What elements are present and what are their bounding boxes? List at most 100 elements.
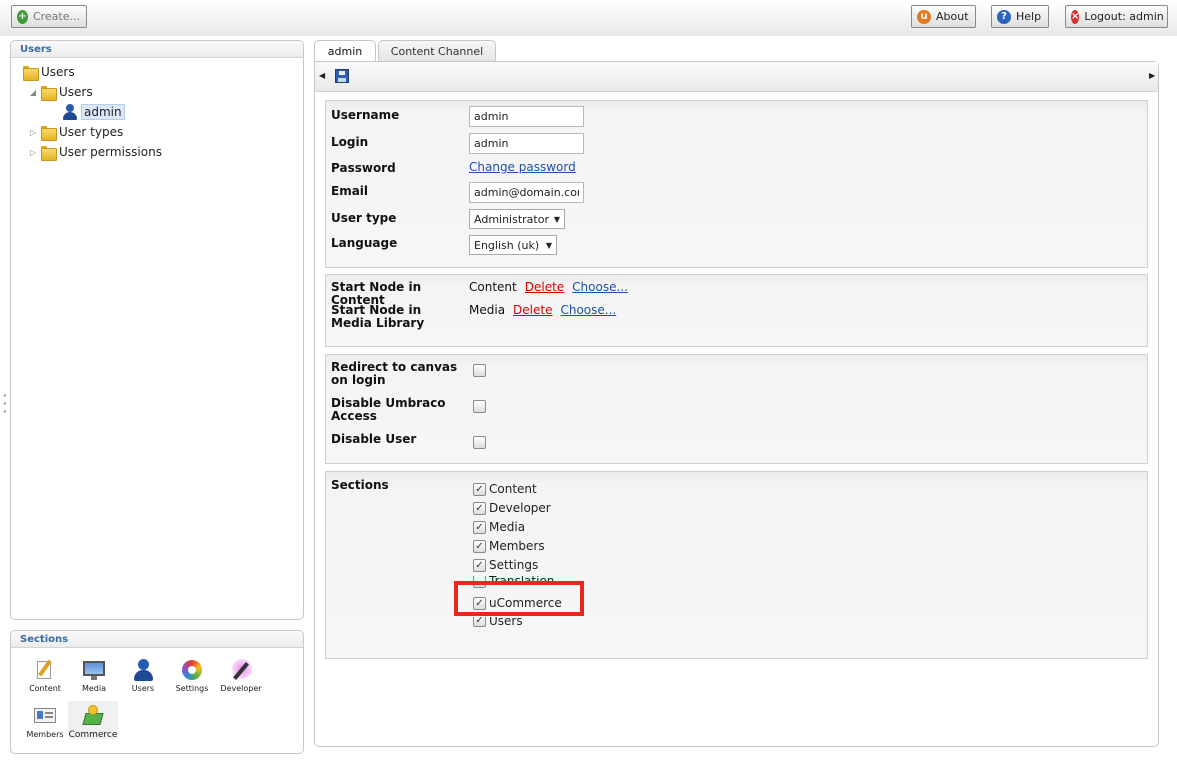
tree-node-user-permissions[interactable]: ▷ User permissions xyxy=(29,145,162,161)
section-label: Commerce xyxy=(68,730,118,740)
help-icon: ? xyxy=(997,9,1011,24)
start-content-choose-link[interactable]: Choose... xyxy=(572,280,628,294)
tree-node-users-root[interactable]: Users xyxy=(23,65,75,81)
change-password-link[interactable]: Change password xyxy=(469,160,576,174)
user-type-select[interactable]: Administrator ▼ xyxy=(469,209,565,229)
sections-label: Sections xyxy=(331,478,389,492)
section-users[interactable]: Users xyxy=(119,659,167,693)
start-media-node: Media xyxy=(469,303,506,317)
section-label: Content xyxy=(29,684,61,693)
money-stack-icon xyxy=(82,705,104,727)
section-checkbox[interactable]: ✓ xyxy=(473,617,486,627)
section-developer[interactable]: Developer xyxy=(217,659,265,693)
tab-admin[interactable]: admin xyxy=(314,40,376,62)
section-commerce[interactable]: Commerce xyxy=(68,701,118,740)
expanded-arrow-icon[interactable]: ◢ xyxy=(29,88,37,97)
sections-fieldset: Sections ✓ Content ✓ Developer ✓ Media ✓… xyxy=(325,471,1148,659)
start-content-delete-link[interactable]: Delete xyxy=(525,280,564,294)
section-option-label: Developer xyxy=(489,501,551,515)
users-panel: Users Users ◢ Users admin ▷ User types ▷… xyxy=(10,40,304,620)
start-content-value: Content Delete Choose... xyxy=(469,280,628,294)
section-settings[interactable]: Settings xyxy=(168,659,216,693)
password-label: Password xyxy=(331,161,396,175)
pencil-document-icon xyxy=(34,659,56,681)
start-nodes-fieldset: Start Node in Content Content Delete Cho… xyxy=(325,274,1148,347)
disable-umbraco-checkbox[interactable] xyxy=(473,400,486,413)
splitter-handle[interactable]: ◂ ◂ ◂ xyxy=(3,392,9,418)
language-label: Language xyxy=(331,236,398,250)
section-checkbox[interactable]: ✓ xyxy=(473,558,486,572)
start-media-value: Media Delete Choose... xyxy=(469,303,616,317)
create-button-label: Create... xyxy=(32,10,80,23)
section-option-members[interactable]: ✓ Members xyxy=(473,539,545,553)
tree-node-admin[interactable]: admin xyxy=(63,104,125,120)
tree-node-label: User types xyxy=(59,125,124,139)
password-value: Change password xyxy=(469,160,576,174)
logout-icon: × xyxy=(1071,9,1080,24)
section-label: Settings xyxy=(175,684,209,693)
logout-button[interactable]: × Logout: admin xyxy=(1065,5,1168,28)
scroll-left-icon[interactable]: ◀ xyxy=(319,71,325,80)
add-icon: + xyxy=(17,9,28,24)
sections-panel: Sections Content Media Users Settings De… xyxy=(10,630,304,754)
folder-icon xyxy=(41,145,57,161)
tab-label: admin xyxy=(327,45,363,58)
login-label: Login xyxy=(331,135,369,149)
section-label: Media xyxy=(81,684,107,693)
section-checkbox[interactable]: ✓ xyxy=(473,539,486,553)
users-panel-title: Users xyxy=(11,41,303,58)
collapsed-arrow-icon[interactable]: ▷ xyxy=(29,148,37,157)
start-media-choose-link[interactable]: Choose... xyxy=(560,303,616,317)
scroll-right-icon[interactable]: ▶ xyxy=(1149,71,1155,80)
section-option-users[interactable]: ✓ Users xyxy=(473,617,523,627)
editor-toolbar: ◀ ▶ xyxy=(315,62,1158,92)
section-content[interactable]: Content xyxy=(21,659,69,693)
tree-node-label: admin xyxy=(81,104,125,120)
top-toolbar: + Create... u About ? Help × Logout: adm… xyxy=(0,0,1177,36)
section-checkbox[interactable]: ✓ xyxy=(473,482,486,496)
disable-user-label: Disable User xyxy=(331,432,417,446)
section-option-settings[interactable]: ✓ Settings xyxy=(473,558,538,572)
color-wheel-icon xyxy=(181,659,203,681)
section-option-media[interactable]: ✓ Media xyxy=(473,520,525,534)
about-icon: u xyxy=(917,9,931,24)
section-media[interactable]: Media xyxy=(70,659,118,693)
section-checkbox[interactable]: ✓ xyxy=(473,520,486,534)
member-card-icon xyxy=(34,705,56,727)
user-type-value: Administrator xyxy=(474,212,549,226)
section-option-label: Users xyxy=(489,617,523,627)
create-button[interactable]: + Create... xyxy=(11,5,87,28)
section-option-developer[interactable]: ✓ Developer xyxy=(473,501,551,515)
tab-label: Content Channel xyxy=(390,45,484,58)
tab-content-channel[interactable]: Content Channel xyxy=(378,40,496,62)
collapsed-arrow-icon[interactable]: ▷ xyxy=(29,128,37,137)
language-select[interactable]: English (uk) ▼ xyxy=(469,235,557,255)
disable-user-checkbox[interactable] xyxy=(473,436,486,449)
about-button[interactable]: u About xyxy=(911,5,976,28)
tree-node-users[interactable]: ◢ Users xyxy=(29,85,93,101)
save-icon[interactable] xyxy=(335,69,349,83)
section-option-label: Content xyxy=(489,482,537,496)
tree-node-label: User permissions xyxy=(59,145,162,159)
redirect-label: Redirect to canvas on login xyxy=(331,360,458,387)
login-input[interactable] xyxy=(469,133,584,154)
user-icon xyxy=(132,659,154,681)
help-button[interactable]: ? Help xyxy=(991,5,1049,28)
about-button-label: About xyxy=(936,10,969,23)
section-checkbox[interactable]: ✓ xyxy=(473,501,486,515)
folder-icon xyxy=(41,85,57,101)
help-button-label: Help xyxy=(1016,10,1042,23)
folder-icon xyxy=(23,65,39,81)
sections-panel-title: Sections xyxy=(11,631,303,648)
start-media-delete-link[interactable]: Delete xyxy=(513,303,552,317)
tree-node-user-types[interactable]: ▷ User types xyxy=(29,125,124,141)
user-icon xyxy=(63,104,77,120)
redirect-checkbox[interactable] xyxy=(473,364,486,377)
section-option-content[interactable]: ✓ Content xyxy=(473,482,537,496)
section-label: Developer xyxy=(220,684,262,693)
section-members[interactable]: Members xyxy=(21,705,69,739)
email-input[interactable] xyxy=(469,182,584,203)
section-option-label: Members xyxy=(489,539,545,553)
username-input[interactable] xyxy=(469,106,584,127)
language-value: English (uk) xyxy=(474,238,540,252)
